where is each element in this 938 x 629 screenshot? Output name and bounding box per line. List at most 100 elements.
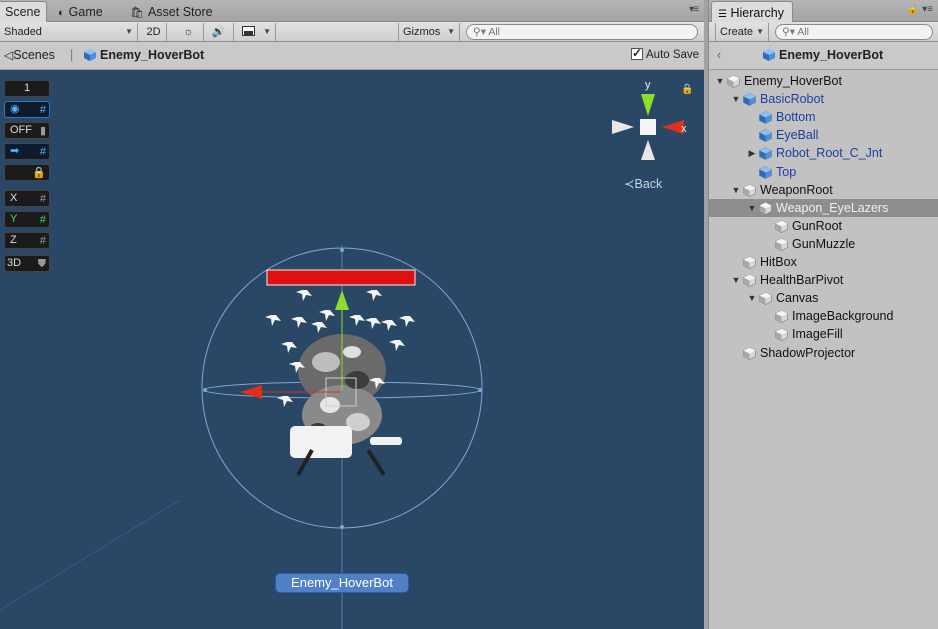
gameobject-cube-icon	[743, 346, 756, 360]
hierarchy-item[interactable]: ▼ HealthBarPivot	[709, 271, 938, 289]
prefab-cube-icon	[759, 165, 772, 179]
grid-icon: #	[39, 104, 46, 116]
effects-dropdown[interactable]: ▼	[238, 23, 276, 41]
image-icon	[242, 26, 255, 36]
tab-hierarchy[interactable]: ☰ Hierarchy	[711, 1, 793, 23]
scene-toolbar: Shaded ▼ 2D ☼ 🔊 ▼ Gizmos ▼ ⚲▾ All	[0, 22, 704, 42]
list-icon: ☰	[718, 9, 727, 20]
sphere-handle[interactable]	[203, 388, 207, 392]
hierarchy-item[interactable]: ▼ Canvas	[709, 289, 938, 307]
lock-toggle[interactable]: 🔒	[4, 164, 50, 181]
prefab-cube-icon	[759, 111, 772, 125]
scene-viewport[interactable]: y x 🔒 1 ◉ # OFF ▮ ➡ # 🔒 X # Y # Z # 3D ⛊ ≺Back …	[0, 70, 704, 629]
panel-menu-icon[interactable]: ▾≡	[689, 4, 699, 15]
auto-save-toggle[interactable]: Auto Save	[631, 46, 700, 61]
auto-save-checkbox[interactable]	[631, 46, 643, 60]
mode-3d-toggle[interactable]: 3D ⛊	[4, 255, 50, 272]
gizmo-center-cube[interactable]	[640, 119, 656, 135]
sphere-handle[interactable]	[340, 248, 344, 252]
hierarchy-item-label: GunMuzzle	[792, 236, 856, 251]
back-label: Back	[634, 177, 663, 191]
shading-dropdown[interactable]: Shaded ▼	[0, 23, 138, 41]
hierarchy-item[interactable]: Bottom	[709, 108, 938, 126]
axis-y-toggle[interactable]: Y #	[4, 211, 50, 228]
sphere-handle[interactable]	[340, 525, 344, 529]
hoverbot-model[interactable]	[290, 334, 402, 477]
expand-open-icon[interactable]: ▼	[747, 199, 757, 217]
hierarchy-item[interactable]: GunRoot	[709, 217, 938, 235]
gizmo-x-handle[interactable]	[240, 385, 262, 399]
toggle-2d-label: 2D	[146, 26, 161, 38]
prefab-back-button[interactable]: ‹	[717, 48, 721, 62]
gizmo-lock-icon[interactable]: 🔒	[681, 83, 693, 95]
layer-index-value: 1	[23, 82, 31, 94]
toggle-2d-button[interactable]: 2D	[141, 23, 167, 41]
expand-open-icon[interactable]: ▼	[731, 181, 741, 199]
hierarchy-item-label: Enemy_HoverBot	[744, 74, 842, 88]
hierarchy-item[interactable]: ▼ WeaponRoot	[709, 181, 938, 199]
prefab-cube-icon	[759, 147, 772, 161]
prefab-cube-icon	[84, 49, 96, 61]
hierarchy-item[interactable]: HitBox	[709, 253, 938, 271]
hierarchy-search-input[interactable]: ⚲▾ All	[775, 24, 933, 40]
prefab-cube-icon	[763, 49, 775, 61]
scene-search-input[interactable]: ⚲▾ All	[466, 24, 698, 40]
hierarchy-item[interactable]: ImageBackground	[709, 307, 938, 325]
gameobject-cube-icon	[743, 274, 756, 287]
hierarchy-item[interactable]: ▶ Robot_Root_C_Jnt	[709, 144, 938, 162]
hierarchy-item[interactable]: ▼ Enemy_HoverBot	[709, 72, 938, 90]
lighting-toggle[interactable]: ☼	[174, 23, 204, 41]
sphere-handle[interactable]	[478, 388, 482, 392]
search-icon: ⚲▾	[473, 26, 486, 38]
breadcrumb-prefab[interactable]: Enemy_HoverBot	[84, 48, 204, 62]
layer-index-field[interactable]: 1	[4, 80, 50, 97]
expand-open-icon[interactable]: ▼	[731, 90, 741, 108]
hierarchy-tools: 🔒 ▾≡	[907, 4, 933, 15]
orientation-gizmo[interactable]	[612, 94, 684, 160]
gizmos-label: Gizmos	[403, 26, 441, 38]
auto-save-label: Auto Save	[646, 49, 700, 61]
hierarchy-item[interactable]: GunMuzzle	[709, 235, 938, 253]
grid-icon: #	[39, 235, 46, 247]
gizmos-dropdown[interactable]: Gizmos ▼	[398, 23, 460, 41]
hierarchy-item[interactable]: EyeBall	[709, 126, 938, 144]
lock-icon[interactable]: 🔒	[907, 4, 919, 15]
panel-menu-icon[interactable]: ▾≡	[922, 4, 933, 15]
expand-open-icon[interactable]: ▼	[747, 289, 757, 307]
dropdown-arrow-icon: ▼	[756, 27, 764, 36]
hierarchy-item[interactable]: ShadowProjector	[709, 344, 938, 362]
visibility-toggle[interactable]: ◉ #	[4, 101, 50, 118]
scene-panel: Scene ◐ Game 🛍 Asset Store ▾≡ Shaded ▼ 2D ☼…	[0, 0, 704, 629]
gizmo-negy-cone[interactable]	[641, 140, 655, 160]
unity-logo-icon: ◁	[4, 48, 14, 62]
selected-object-label: Enemy_HoverBot	[275, 573, 409, 593]
tab-asset-store[interactable]: 🛍 Asset Store	[124, 2, 219, 22]
audio-toggle[interactable]: 🔊	[204, 23, 234, 41]
expand-open-icon[interactable]: ▼	[731, 271, 741, 289]
hierarchy-item[interactable]: ImageFill	[709, 325, 938, 343]
scene-search-placeholder: All	[488, 26, 500, 38]
hierarchy-item[interactable]: ▼ Weapon_EyeLazers	[709, 198, 938, 217]
create-label: Create	[720, 26, 754, 38]
expand-closed-icon[interactable]: ▶	[747, 144, 757, 162]
hierarchy-item-label: ImageBackground	[792, 309, 894, 324]
tab-scene[interactable]: Scene	[0, 1, 48, 23]
hierarchy-toolbar: Create ▼ ⚲▾ All	[709, 22, 938, 42]
axis-z-toggle[interactable]: Z #	[4, 232, 50, 249]
snap-arrow-toggle[interactable]: ➡ #	[4, 143, 50, 160]
axis-x-toggle[interactable]: X #	[4, 190, 50, 207]
gizmo-y-cone[interactable]	[641, 94, 655, 116]
breadcrumb-separator: |	[70, 48, 74, 62]
grid-line	[0, 499, 181, 611]
off-toggle[interactable]: OFF ▮	[4, 122, 50, 139]
back-button[interactable]: ≺Back	[624, 176, 662, 191]
expand-open-icon[interactable]: ▼	[715, 72, 725, 90]
gizmo-y-handle[interactable]	[335, 290, 349, 310]
gizmo-negx-cone[interactable]	[612, 120, 634, 134]
hierarchy-item[interactable]: Top	[709, 163, 938, 181]
unity-editor: Scene ◐ Game 🛍 Asset Store ▾≡ Shaded ▼ 2D ☼…	[0, 0, 938, 629]
hierarchy-item[interactable]: ▼ BasicRobot	[709, 90, 938, 108]
scenes-back-button[interactable]: ◁Scenes	[4, 48, 55, 62]
tab-game[interactable]: ◐ Game	[52, 2, 109, 22]
create-dropdown[interactable]: Create ▼	[715, 23, 769, 41]
